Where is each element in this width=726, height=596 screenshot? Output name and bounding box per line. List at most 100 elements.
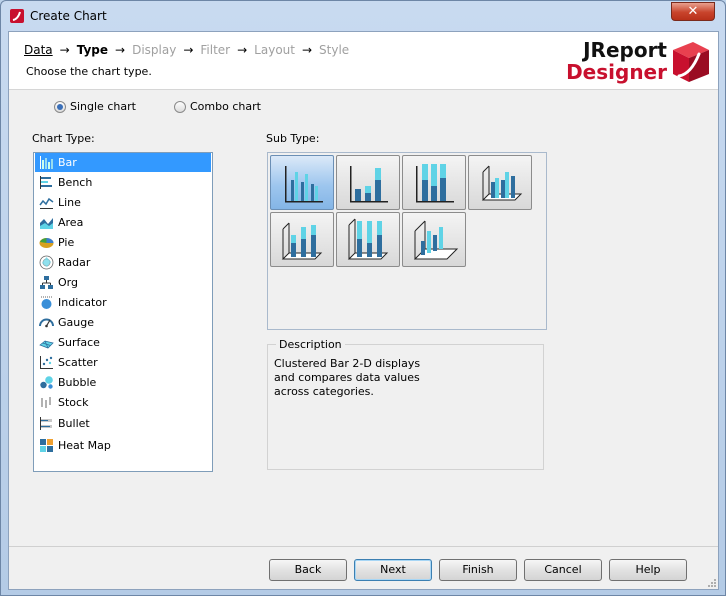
percent-stacked-bar-2d-icon [416,164,454,203]
close-button[interactable]: ✕ [671,2,715,21]
stacked-bar-2d-tile[interactable] [336,155,400,210]
percent-stacked-bar-3d-tile[interactable] [336,212,400,267]
single-chart-radio[interactable]: Single chart [54,100,136,113]
list-item-pie[interactable]: Pie [35,233,211,252]
pie-chart-icon [39,238,54,248]
clustered-bar-3d-tile[interactable] [468,155,532,210]
line-chart-icon [39,197,54,209]
list-item-stock[interactable]: Stock [35,393,211,412]
stacked-bar-2d-icon [350,166,388,203]
description-text: Clustered Bar 2-D displays and compares … [274,357,421,398]
footer-divider [9,546,718,547]
list-item-line[interactable]: Line [35,193,211,212]
percent-stacked-bar-2d-tile[interactable] [402,155,466,210]
list-item-indicator[interactable]: Indicator [35,293,211,312]
cancel-button[interactable]: Cancel [524,559,602,581]
back-button[interactable]: Back [269,559,347,581]
create-chart-dialog: Create Chart ✕ Data → Type → Display → Filter →… [0,0,726,596]
title-bar[interactable]: Create Chart ✕ [1,1,725,31]
org-chart-icon [40,276,53,289]
description-label: Description [276,338,345,351]
chart-type-list[interactable]: Bar Bench Line Area Pie Radar Org Indica… [33,152,213,472]
clustered-bar-3d-icon [481,165,523,201]
step-display: Display [132,43,177,57]
list-item-bullet[interactable]: Bullet [35,414,211,433]
resize-grip-icon[interactable] [707,578,717,588]
next-button[interactable]: Next [354,559,432,581]
gauge-chart-icon [39,318,54,328]
scatter-chart-icon [40,356,53,369]
list-item-label: Radar [58,256,91,269]
logo-cube-icon [673,42,709,82]
list-item-bar[interactable]: Bar [35,153,211,172]
dialog-body: Data → Type → Display → Filter → Layout → Style Ch… [8,31,719,590]
bar-3d-depth-icon [413,220,459,260]
radar-chart-icon [39,255,54,270]
list-item-label: Stock [58,396,89,409]
list-item-area[interactable]: Area [35,213,211,232]
step-arrow: → [115,43,126,57]
logo-line-2: Designer [566,60,667,84]
bullet-chart-icon [40,417,52,430]
stacked-bar-3d-icon [281,222,323,260]
step-type: Type [76,43,109,57]
list-item-label: Heat Map [58,439,111,452]
list-item-label: Gauge [58,316,94,329]
list-item-label: Surface [58,336,100,349]
bar-3d-depth-tile[interactable] [402,212,466,267]
list-item-radar[interactable]: Radar [35,253,211,272]
sub-type-label: Sub Type: [266,132,320,145]
combo-chart-radio[interactable]: Combo chart [174,100,261,113]
list-item-label: Bullet [58,417,90,430]
list-item-bubble[interactable]: Bubble [35,373,211,392]
list-item-label: Bar [58,156,77,169]
list-item-label: Scatter [58,356,98,369]
combo-chart-label: Combo chart [190,100,261,113]
stock-chart-icon [41,397,51,408]
list-item-surface[interactable]: Surface [35,333,211,352]
step-data[interactable]: Data [24,43,53,57]
list-item-label: Pie [58,236,75,249]
step-arrow: → [237,43,248,57]
bubble-chart-icon [40,376,53,389]
sub-type-gallery [267,152,547,330]
step-style: Style [319,43,350,57]
list-item-gauge[interactable]: Gauge [35,313,211,332]
bar-chart-icon [40,156,53,169]
help-button[interactable]: Help [609,559,687,581]
window-title: Create Chart [30,9,107,23]
list-item-label: Area [58,216,84,229]
step-arrow: → [183,43,194,57]
step-arrow: → [59,43,70,57]
jreport-app-icon [10,9,24,23]
clustered-bar-2d-tile[interactable] [270,155,334,210]
stacked-bar-3d-tile[interactable] [270,212,334,267]
clustered-bar-2d-icon [285,166,323,203]
wizard-header: Data → Type → Display → Filter → Layout → Style Ch… [9,32,718,90]
list-item-org[interactable]: Org [35,273,211,292]
list-item-label: Line [58,196,81,209]
surface-chart-icon [39,340,54,349]
list-item-label: Org [58,276,78,289]
list-item-label: Indicator [58,296,107,309]
step-arrow: → [301,43,313,57]
list-item-bench[interactable]: Bench [35,173,211,192]
chart-mode-group: Single chart Combo chart [9,100,718,120]
bench-chart-icon [40,176,52,189]
wizard-subtitle: Choose the chart type. [26,65,152,78]
list-item-label: Bench [58,176,93,189]
single-chart-label: Single chart [70,100,136,113]
wizard-steps: Data → Type → Display → Filter → Layout → Style [24,43,349,57]
logo-line-1: JReport [583,38,667,62]
chart-type-label: Chart Type: [32,132,95,145]
list-item-heat-map[interactable]: Heat Map [35,436,211,455]
step-filter: Filter [200,43,231,57]
jreport-designer-logo: JReport Designer [557,39,667,83]
area-chart-icon [40,218,53,229]
finish-button[interactable]: Finish [439,559,517,581]
percent-stacked-bar-3d-icon [347,218,389,260]
description-group: Description Clustered Bar 2-D displays a… [267,338,544,470]
step-layout: Layout [254,43,295,57]
list-item-scatter[interactable]: Scatter [35,353,211,372]
radio-selected-icon [54,100,66,113]
